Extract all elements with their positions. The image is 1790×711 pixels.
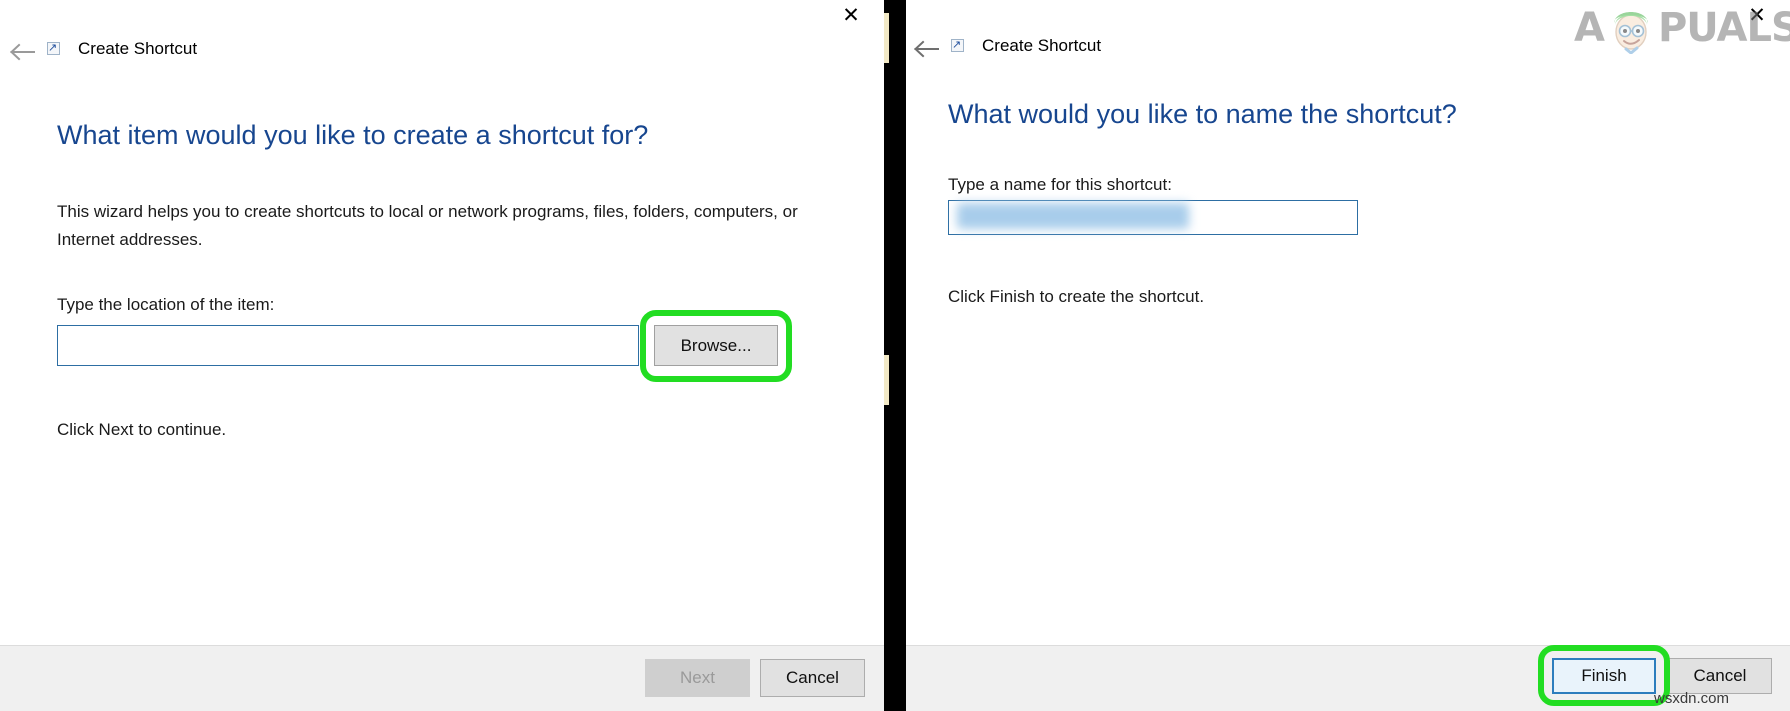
right-panel-body: What would you like to name the shortcut… — [906, 0, 1790, 711]
separator-accent-middle — [884, 355, 889, 405]
finish-button[interactable]: Finish — [1552, 658, 1656, 694]
create-shortcut-wizard-step-1: ✕ ↗ Create Shortcut What item would you … — [0, 0, 884, 711]
left-hint-text: Click Next to continue. — [57, 420, 226, 440]
location-field-label: Type the location of the item: — [57, 295, 274, 315]
name-field-label: Type a name for this shortcut: — [948, 175, 1172, 195]
right-page-heading: What would you like to name the shortcut… — [948, 99, 1457, 130]
appuals-mascot-icon — [1604, 2, 1658, 54]
next-button[interactable]: Next — [645, 659, 750, 697]
separator-accent-top — [884, 13, 889, 63]
left-description-text: This wizard helps you to create shortcut… — [57, 198, 827, 254]
site-watermark: wsxdn.com — [1654, 690, 1729, 707]
appuals-logo: A PUALS — [1574, 2, 1790, 54]
right-hint-text: Click Finish to create the shortcut. — [948, 287, 1204, 307]
appuals-wordmark-a: A — [1574, 5, 1604, 51]
create-shortcut-wizard-step-2: ✕ ↗ Create Shortcut What would you like … — [906, 0, 1790, 711]
shortcut-name-input[interactable] — [948, 200, 1358, 235]
left-page-heading: What item would you like to create a sho… — [57, 120, 648, 151]
appuals-wordmark-rest: PUALS — [1658, 5, 1790, 51]
left-panel-body: What item would you like to create a sho… — [0, 0, 884, 711]
cancel-button[interactable]: Cancel — [760, 659, 865, 697]
location-input[interactable] — [57, 325, 639, 366]
browse-button[interactable]: Browse... — [654, 325, 778, 366]
cancel-button[interactable]: Cancel — [1668, 658, 1772, 694]
left-footer: Next Cancel — [0, 645, 884, 711]
